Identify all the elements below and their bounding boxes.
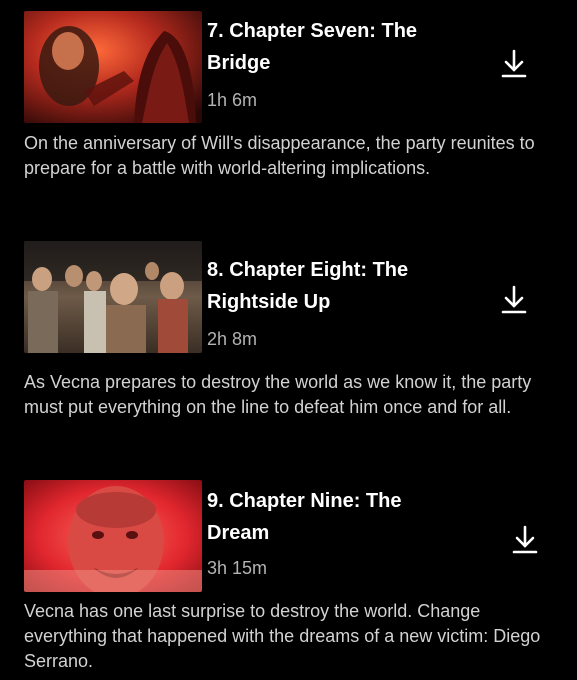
episode-8-duration: 2h 8m (207, 329, 258, 349)
episode-7-duration: 1h 6m (207, 90, 258, 110)
episode-8-description: As Vecna prepares to destroy the world a… (24, 372, 532, 417)
episode-7-thumbnail-art (24, 11, 202, 123)
episode-7-thumbnail[interactable] (24, 11, 202, 123)
episode-9-title: 9. Chapter Nine: The Dream (207, 490, 402, 544)
episode-7-title: 7. Chapter Seven: The Bridge (207, 20, 418, 74)
episode-8-title: 8. Chapter Eight: The Rightside Up (207, 259, 409, 313)
episode-8-thumbnail-art (24, 241, 202, 353)
download-icon[interactable] (512, 524, 538, 554)
episode-8-thumbnail[interactable] (24, 241, 202, 353)
download-icon[interactable] (501, 48, 527, 78)
episode-row-7[interactable]: 7. Chapter Seven: The Bridge 1h 6m On th… (0, 0, 577, 230)
episode-7-description: On the anniversary of Will's disappearan… (24, 133, 535, 178)
episode-9-duration: 3h 15m (207, 558, 268, 578)
episode-9-thumbnail-art (24, 480, 202, 592)
episode-9-description: Vecna has one last surprise to destroy t… (24, 601, 541, 671)
episode-row-9[interactable]: 9. Chapter Nine: The Dream 3h 15m Vecna … (0, 470, 577, 680)
episode-9-thumbnail[interactable] (24, 480, 202, 592)
download-icon[interactable] (501, 284, 527, 314)
episode-row-8[interactable]: 8. Chapter Eight: The Rightside Up 2h 8m… (0, 230, 577, 470)
